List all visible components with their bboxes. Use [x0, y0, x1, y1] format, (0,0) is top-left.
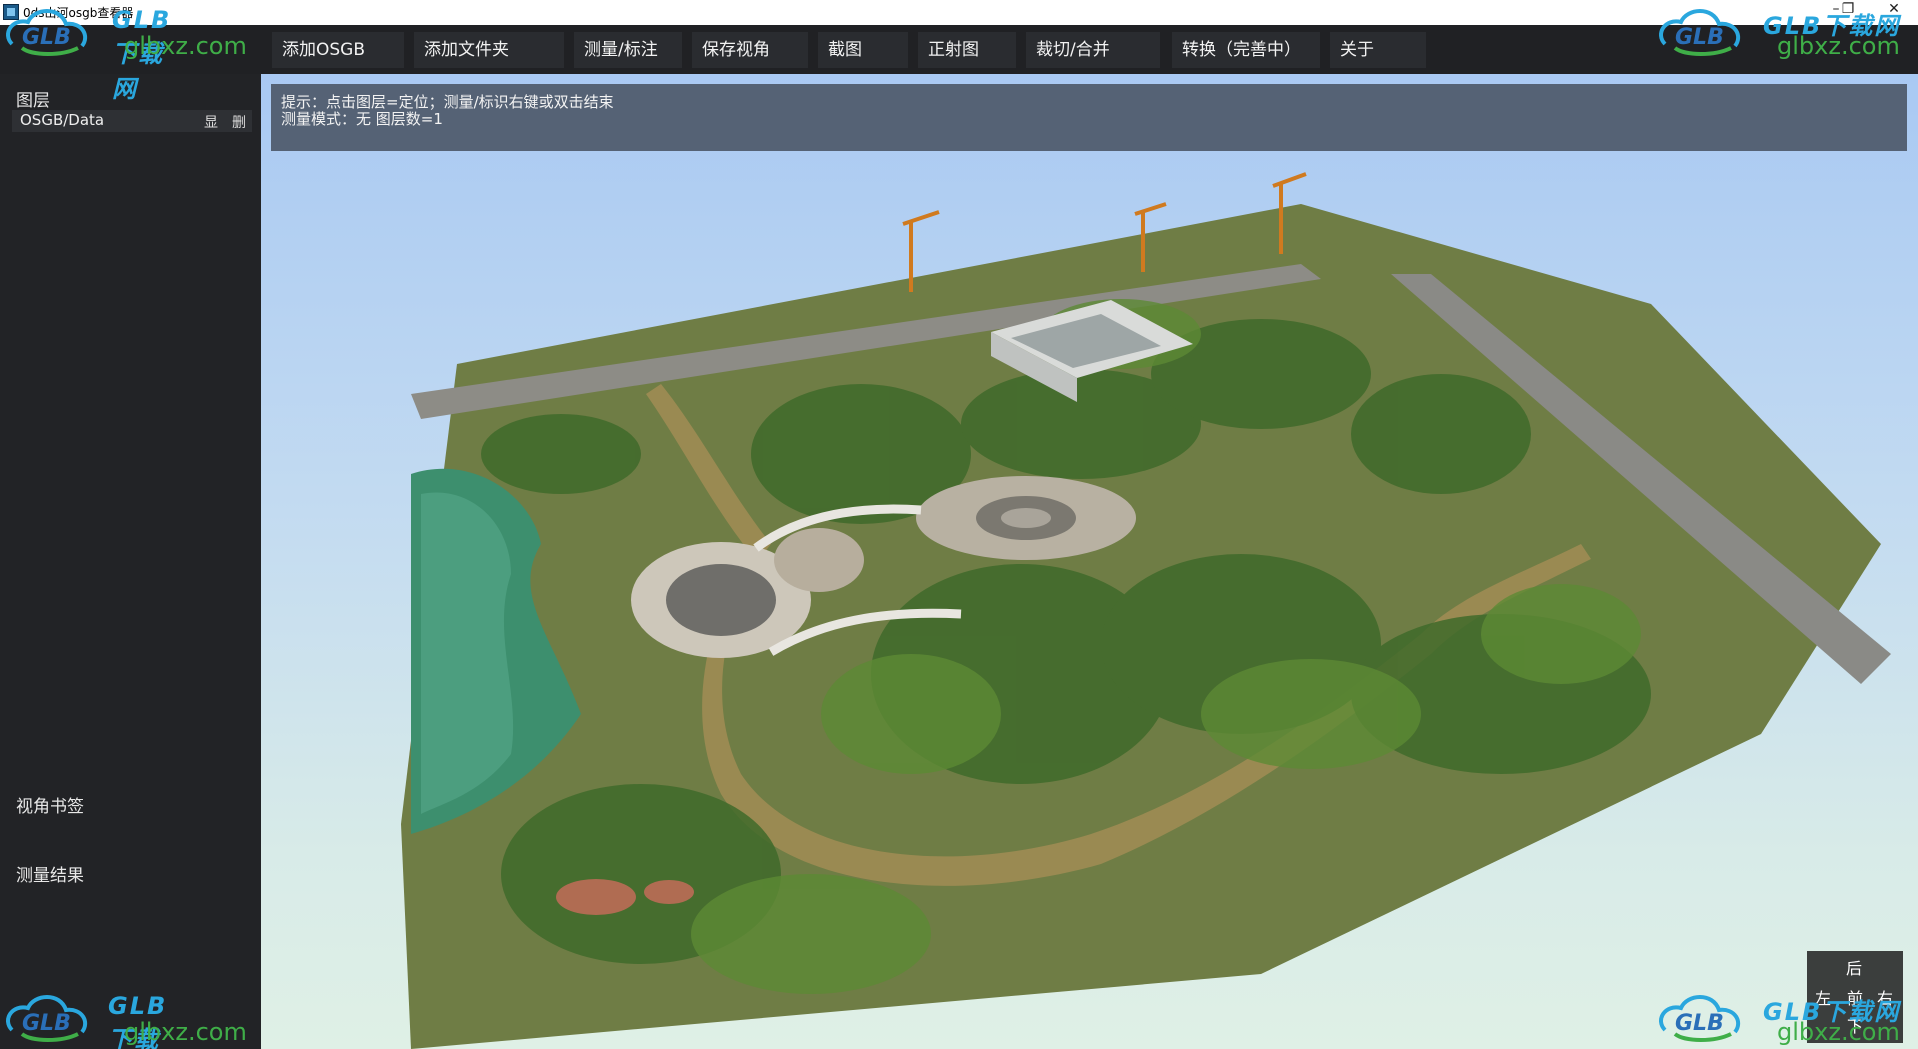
menu-bar: 添加OSGB 添加文件夹 测量/标注 保存视角 截图 正射图 裁切/合并 转换（…: [0, 25, 1918, 74]
svg-text:GLB: GLB: [22, 25, 71, 50]
osgb-model-scene[interactable]: [261, 74, 1918, 1049]
bookmarks-label[interactable]: 视角书签: [16, 792, 84, 817]
menu-ortho[interactable]: 正射图: [918, 32, 1016, 68]
menu-convert[interactable]: 转换（完善中）: [1172, 32, 1320, 68]
glb-logo-icon: GLB: [6, 9, 88, 56]
hint-panel: 提示：点击图层=定位；测量/标识右键或双击结束 测量模式：无 图层数=1: [271, 84, 1907, 151]
menu-clip-merge[interactable]: 裁切/合并: [1026, 32, 1160, 68]
svg-text:GLB: GLB: [1675, 25, 1724, 50]
sidebar: 图层 OSGB/Data 显 删 视角书签 测量结果: [0, 74, 261, 1049]
watermark-url: glbxz.com: [124, 32, 247, 60]
layers-label: 图层: [16, 91, 50, 111]
watermark-bottom-right: GLB GLB下载网 glbxz.com: [1655, 990, 1915, 1046]
svg-text:GLB: GLB: [22, 1011, 71, 1036]
menu-add-folder[interactable]: 添加文件夹: [414, 32, 564, 68]
watermark-url: glbxz.com: [124, 1018, 247, 1046]
measure-mode-status: 测量模式：无 图层数=1: [281, 110, 443, 128]
title-bar: 0ds山河osgb查看器 – ❐ ✕: [0, 0, 1918, 25]
glb-logo-icon: GLB: [6, 995, 88, 1042]
svg-text:GLB: GLB: [1675, 1011, 1724, 1036]
watermark-top-right: GLB GLB下载网 glbxz.com: [1655, 4, 1915, 60]
menu-about[interactable]: 关于: [1330, 32, 1426, 68]
results-label[interactable]: 测量结果: [16, 861, 84, 886]
watermark-url: glbxz.com: [1777, 32, 1900, 60]
3d-viewport[interactable]: 提示：点击图层=定位；测量/标识右键或双击结束 测量模式：无 图层数=1 后 左…: [261, 74, 1918, 1049]
layer-delete-button[interactable]: 删: [232, 112, 246, 132]
nav-back-button[interactable]: 后: [1846, 955, 1862, 979]
layer-show-button[interactable]: 显: [204, 112, 218, 132]
layer-item[interactable]: OSGB/Data 显 删: [12, 110, 252, 132]
menu-measure[interactable]: 测量/标注: [574, 32, 682, 68]
menu-save-view[interactable]: 保存视角: [692, 32, 808, 68]
hint-text: 提示：点击图层=定位；测量/标识右键或双击结束: [281, 93, 614, 111]
layer-name[interactable]: OSGB/Data: [20, 111, 104, 129]
watermark-url: glbxz.com: [1777, 1018, 1900, 1046]
menu-screenshot[interactable]: 截图: [818, 32, 908, 68]
glb-logo-icon: GLB: [1659, 995, 1741, 1042]
glb-logo-icon: GLB: [1659, 9, 1741, 56]
menu-add-osgb[interactable]: 添加OSGB: [272, 32, 404, 68]
